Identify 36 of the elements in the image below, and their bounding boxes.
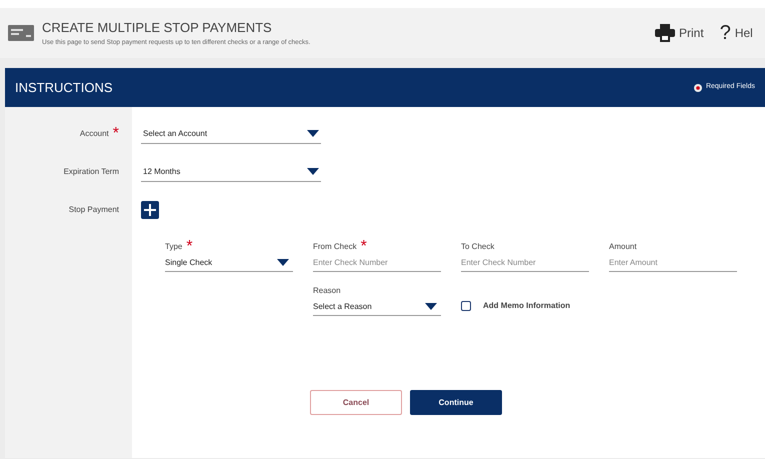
caret-icon bbox=[307, 130, 319, 137]
select-field[interactable]: 12 Months bbox=[141, 162, 321, 182]
input-field[interactable]: Enter Check Number bbox=[313, 254, 441, 272]
field-label: Amount bbox=[609, 241, 637, 253]
caret-icon bbox=[425, 303, 437, 310]
plus-icon bbox=[144, 204, 156, 216]
printer-icon bbox=[655, 24, 675, 42]
field-label: Account bbox=[80, 128, 109, 140]
required-mark: * bbox=[360, 237, 367, 257]
caret-icon bbox=[277, 259, 289, 266]
required-mark: * bbox=[112, 124, 119, 144]
field-label: From Check bbox=[313, 241, 357, 253]
select-field[interactable]: Select an Account bbox=[141, 124, 321, 144]
cancel-button[interactable]: Cancel bbox=[310, 390, 402, 415]
required-icon bbox=[694, 84, 702, 92]
help-button[interactable]: ? Hel bbox=[720, 18, 753, 48]
caret-icon bbox=[307, 168, 319, 175]
print-button[interactable]: Print bbox=[655, 24, 704, 42]
check-icon bbox=[8, 25, 34, 41]
required-mark: * bbox=[186, 237, 193, 257]
field-label: Reason bbox=[313, 285, 341, 297]
memo-checkbox[interactable] bbox=[461, 301, 471, 311]
page-title: CREATE MULTIPLE STOP PAYMENTS bbox=[42, 19, 273, 38]
input-field[interactable]: Enter Check Number bbox=[461, 254, 589, 272]
field-label: To Check bbox=[461, 241, 494, 253]
field-label: Stop Payment bbox=[68, 204, 119, 216]
select-field[interactable]: Select a Reason bbox=[313, 298, 441, 316]
continue-button[interactable]: Continue bbox=[410, 390, 502, 415]
field-label: Type bbox=[165, 241, 182, 253]
question-icon: ? bbox=[720, 18, 731, 48]
input-field[interactable]: Enter Amount bbox=[609, 254, 737, 272]
section-title: INSTRUCTIONS bbox=[15, 78, 112, 97]
select-field[interactable]: Single Check bbox=[165, 254, 293, 272]
checkbox-label: Add Memo Information bbox=[483, 300, 570, 312]
add-button[interactable] bbox=[141, 201, 159, 219]
field-label: Expiration Term bbox=[64, 166, 119, 178]
